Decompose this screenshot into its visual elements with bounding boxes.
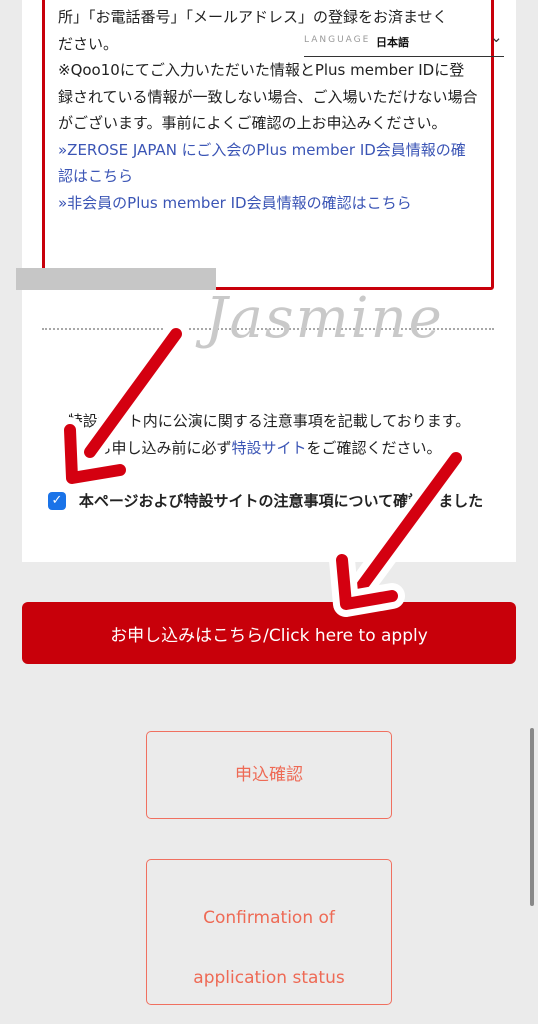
arrow-left-icon (57, 321, 189, 491)
arrow-right-icon (329, 445, 469, 617)
annotation-arrows (57, 321, 469, 617)
